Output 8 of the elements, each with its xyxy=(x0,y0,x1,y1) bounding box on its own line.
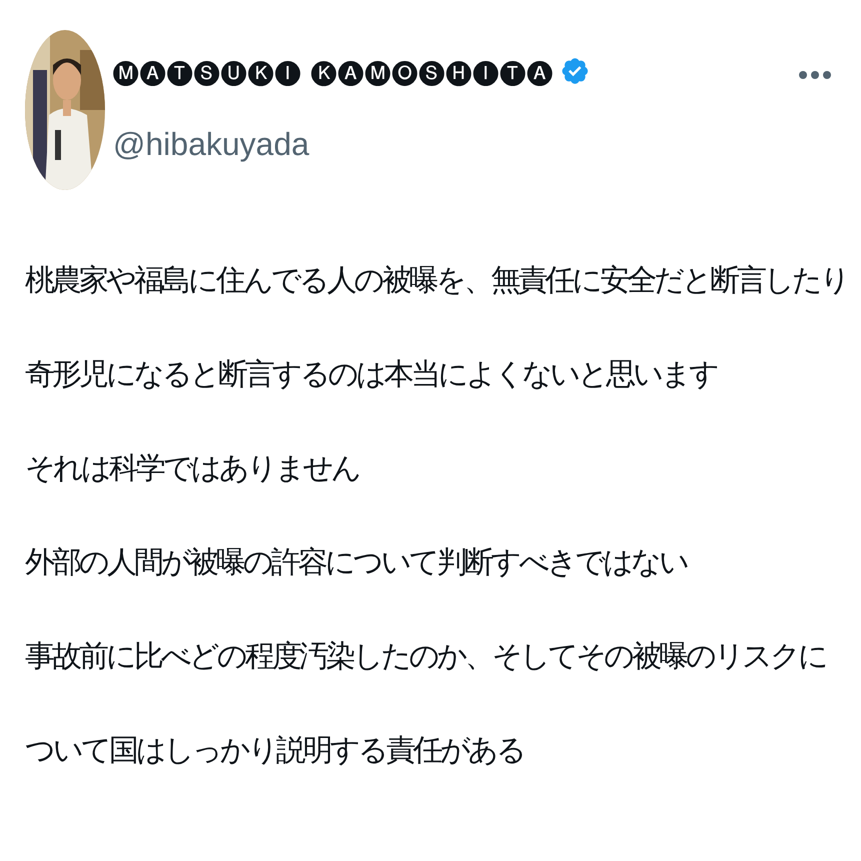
more-icon[interactable] xyxy=(798,70,832,80)
display-name[interactable]: 🅜🅐🅣🅢🅤🅚🅘 🅚🅐🅜🅞🅢🅗🅘🅣🅐 xyxy=(113,56,554,86)
tweet-text: 外部の人間が被曝の許容について判断すべきではない xyxy=(25,545,688,581)
tweet-text: それは科学ではありません xyxy=(25,451,360,487)
tweet-text: 奇形児になると断言するのは本当によくないと思います xyxy=(25,357,718,393)
tweet-text: 事故前に比べどの程度汚染したのか、そしてその被曝のリスクについて国はしっかり説明する責任がある xyxy=(25,639,827,769)
tweet-text: 桃農家や福島に住んでる人の被曝を、無責任に安全だと断言したり xyxy=(25,263,849,299)
user-handle[interactable]: @hibakuyada xyxy=(113,126,798,163)
